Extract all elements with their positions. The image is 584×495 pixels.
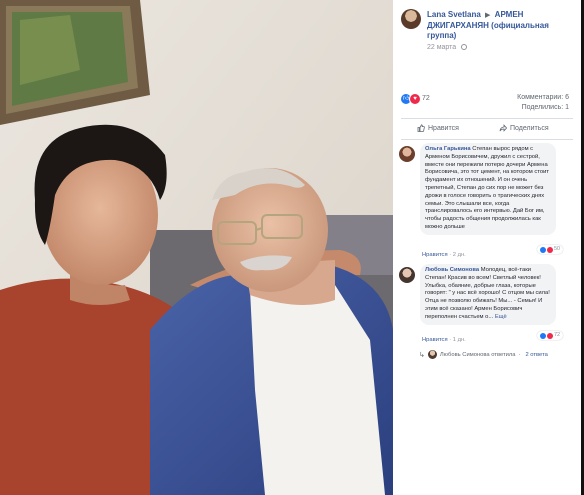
comment-reactions[interactable]: 50: [537, 245, 564, 254]
divider: [401, 118, 573, 119]
post-sidebar: Lana Svetlana ▶ АРМЕН ДЖИГАРХАНЯН (офици…: [393, 0, 581, 495]
comments-count[interactable]: Комментарии: 6: [517, 94, 569, 101]
author-avatar[interactable]: [401, 9, 421, 29]
post-actions: Нравится Поделиться: [393, 120, 581, 138]
comment-meta: Нравится · 1 дн.: [422, 337, 466, 343]
thumbs-up-icon: [417, 124, 425, 132]
triangle-right-icon: ▶: [485, 12, 491, 19]
separator: ·: [518, 351, 521, 358]
comment-like-link[interactable]: Нравится: [422, 252, 448, 258]
author-name[interactable]: Lana Svetlana: [427, 10, 481, 19]
like-button-label: Нравится: [428, 124, 459, 132]
reaction-count[interactable]: 72: [422, 95, 430, 102]
comment-reaction-count: 72: [554, 332, 561, 338]
post-timestamp[interactable]: 22 марта: [427, 44, 468, 51]
share-arrow-icon: [499, 124, 507, 132]
comment-reactions[interactable]: 72: [537, 331, 564, 340]
comment-meta: Нравится · 2 дн.: [422, 252, 466, 258]
see-more-link[interactable]: Ещё: [495, 314, 507, 320]
commenter-name[interactable]: Ольга Гарькина: [425, 146, 471, 152]
reply-count[interactable]: 2 ответа: [525, 352, 547, 358]
like-button[interactable]: Нравится: [417, 124, 459, 132]
commenter-avatar[interactable]: [399, 267, 415, 283]
reaction-stats: 👍︎ ♥ 72 Комментарии: 6 Поделились: 1: [393, 92, 581, 116]
post-title: Lana Svetlana ▶ АРМЕН ДЖИГАРХАНЯН (офици…: [427, 10, 577, 41]
comment-bubble: Ольга Гарькина Степан вырос рядом с Арме…: [420, 143, 556, 235]
commenter-name[interactable]: Любовь Симонова: [425, 267, 479, 273]
divider: [401, 139, 573, 140]
shares-count[interactable]: Поделились: 1: [522, 104, 569, 111]
like-reaction-icon: [540, 332, 546, 339]
reply-summary-text: Любовь Симонова ответила: [439, 351, 516, 358]
comment-age[interactable]: 2 дн.: [453, 252, 466, 258]
comment-text: Молодец, всё-таки Степан! Красив во всем…: [425, 267, 550, 320]
share-button[interactable]: Поделиться: [499, 124, 549, 132]
post-time-text: 22 марта: [427, 44, 457, 51]
comment-text: Степан вырос рядом с Арменом Борисовичем…: [425, 146, 549, 230]
love-reaction-icon: [547, 246, 553, 253]
love-reaction-icon: [547, 332, 553, 339]
comment-like-link[interactable]: Нравится: [422, 337, 448, 343]
replies-summary[interactable]: ↳ Любовь Симонова ответила · 2 ответа: [419, 350, 579, 359]
reply-avatar: [427, 350, 437, 359]
reply-arrow-icon: ↳: [419, 351, 425, 359]
post-header: Lana Svetlana ▶ АРМЕН ДЖИГАРХАНЯН (офици…: [393, 0, 581, 60]
comment-bubble: Любовь Симонова Молодец, всё-таки Степан…: [420, 264, 556, 325]
love-reaction-icon[interactable]: ♥: [409, 93, 421, 105]
commenter-avatar[interactable]: [399, 146, 415, 162]
share-button-label: Поделиться: [510, 124, 549, 132]
comment-age[interactable]: 1 дн.: [453, 337, 466, 343]
post-photo[interactable]: [0, 0, 393, 495]
globe-icon: [461, 44, 468, 50]
comment-reaction-count: 50: [554, 246, 561, 252]
like-reaction-icon: [540, 246, 546, 253]
